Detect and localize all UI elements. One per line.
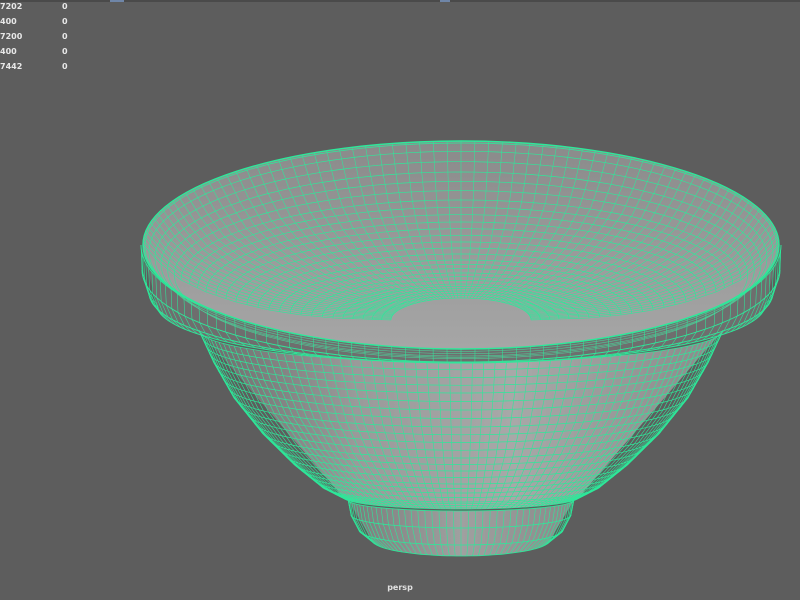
camera-name-label: persp	[387, 583, 413, 592]
hud-value: 400	[0, 17, 17, 26]
hud-value: 7442	[0, 62, 23, 71]
hud-count: 0	[62, 47, 68, 56]
hud-row: 7200 0	[0, 30, 120, 44]
hud-count: 0	[62, 32, 68, 41]
heads-up-display: 7202 0 400 0 7200 0 400 0 7442 0	[0, 0, 120, 80]
hud-count: 0	[62, 17, 68, 26]
hud-row: 400 0	[0, 45, 120, 59]
hud-value: 7202	[0, 2, 23, 11]
hud-value: 7200	[0, 32, 23, 41]
hud-count: 0	[62, 2, 68, 11]
hud-row: 7202 0	[0, 0, 120, 14]
hud-count: 0	[62, 62, 68, 71]
viewport-persp[interactable]: 7202 0 400 0 7200 0 400 0 7442 0 persp	[0, 0, 800, 600]
hud-row: 7442 0	[0, 60, 120, 74]
hud-row: 400 0	[0, 15, 120, 29]
hud-value: 400	[0, 47, 17, 56]
bowl-mesh[interactable]	[0, 0, 800, 600]
